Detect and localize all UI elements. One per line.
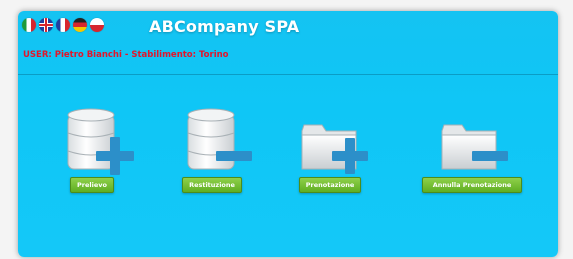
pl-flag-icon[interactable] [90, 18, 104, 32]
restituzione-button[interactable]: Restituzione [182, 177, 242, 193]
prelievo-button[interactable]: Prelievo [70, 177, 114, 193]
fr-flag-icon[interactable] [56, 18, 70, 32]
header-divider [18, 74, 558, 75]
main-panel: ABCompany SPA USER: Pietro Bianchi - Sta… [18, 11, 558, 257]
app-title: ABCompany SPA [149, 17, 300, 36]
database-remove-icon [187, 108, 252, 170]
annulla-prenotazione-button[interactable]: Annulla Prenotazione [422, 177, 522, 193]
database-add-icon [67, 108, 134, 175]
de-flag-icon[interactable] [73, 18, 87, 32]
folder-remove-icon [441, 124, 508, 170]
folder-add-icon [301, 124, 368, 174]
language-selector [22, 18, 104, 32]
prenotazione-button[interactable]: Prenotazione [299, 177, 361, 193]
it-flag-icon[interactable] [22, 18, 36, 32]
uk-flag-icon[interactable] [39, 18, 53, 32]
user-info: USER: Pietro Bianchi - Stabilimento: Tor… [23, 50, 229, 60]
